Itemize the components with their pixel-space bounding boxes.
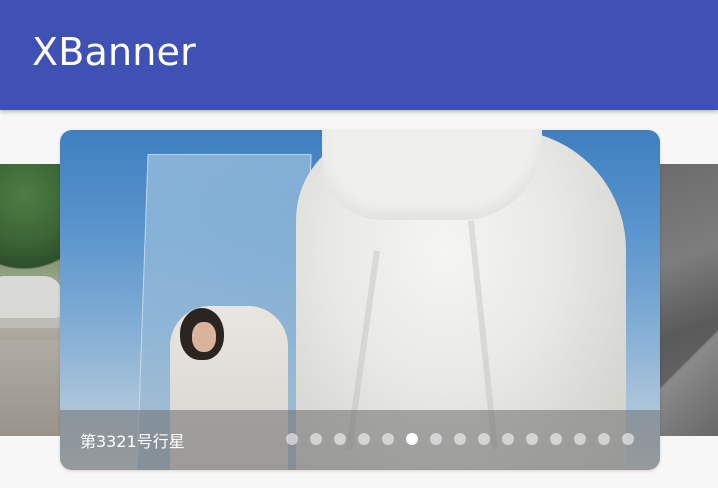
page-indicator (286, 433, 634, 445)
diagonal-shape (660, 254, 718, 436)
current-banner-card[interactable]: 第3321号行星 (60, 130, 660, 470)
app-bar: XBanner (0, 0, 718, 110)
indicator-dot[interactable] (430, 433, 442, 445)
previous-banner-image[interactable] (0, 164, 60, 436)
indicator-dot[interactable] (598, 433, 610, 445)
indicator-dot[interactable] (454, 433, 466, 445)
app-title: XBanner (32, 30, 196, 74)
indicator-dot[interactable] (574, 433, 586, 445)
indicator-dot[interactable] (286, 433, 298, 445)
indicator-dot[interactable] (382, 433, 394, 445)
car-shape (0, 276, 60, 328)
indicator-dot[interactable] (622, 433, 634, 445)
indicator-dot[interactable] (310, 433, 322, 445)
indicator-dot[interactable] (478, 433, 490, 445)
banner-caption: 第3321号行星 (80, 432, 185, 451)
reflection-face (192, 322, 216, 352)
indicator-dot[interactable] (358, 433, 370, 445)
indicator-dot[interactable] (502, 433, 514, 445)
banner-area: 第3321号行星 (0, 110, 718, 488)
indicator-dot[interactable] (526, 433, 538, 445)
indicator-dot-active[interactable] (406, 433, 418, 445)
next-banner-image[interactable] (660, 164, 718, 436)
ground-shape (0, 340, 60, 436)
indicator-dot[interactable] (334, 433, 346, 445)
tree-shape (0, 164, 60, 274)
indicator-dot[interactable] (550, 433, 562, 445)
